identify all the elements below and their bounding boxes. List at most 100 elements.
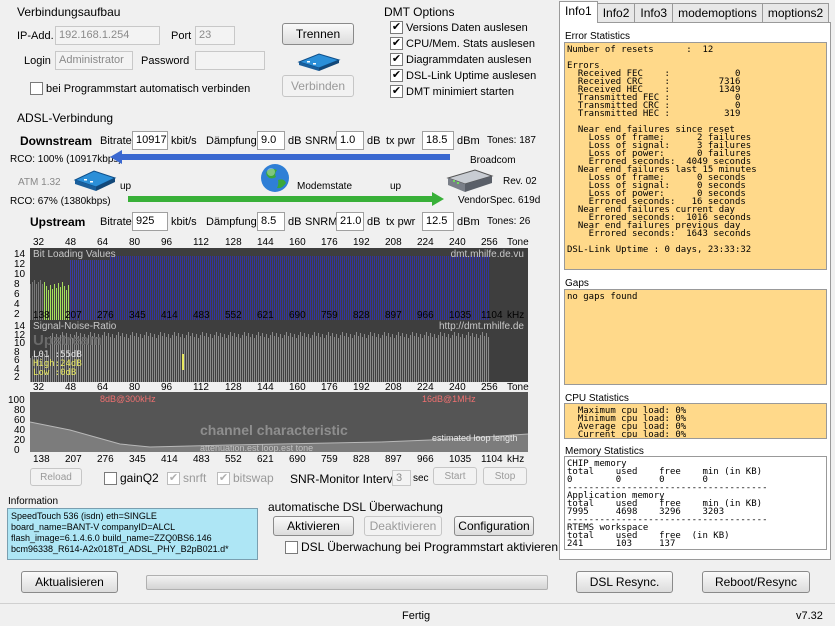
tab-modemoptions[interactable]: modemoptions bbox=[672, 3, 763, 23]
checkbox-checked-icon[interactable]: ✔ bbox=[390, 69, 403, 82]
bitloading-bar bbox=[86, 260, 87, 320]
gainq2-box[interactable] bbox=[104, 471, 117, 485]
bitloading-bar bbox=[442, 256, 443, 320]
autoconnect-label: bei Programmstart automatisch verbinden bbox=[46, 82, 251, 95]
axis-tick-label: 176 bbox=[321, 237, 338, 248]
connect-button[interactable]: Verbinden bbox=[282, 75, 354, 97]
snr-bar bbox=[432, 337, 433, 382]
down-txpwr-label: tx pwr bbox=[386, 135, 416, 147]
refresh-button[interactable]: Aktualisieren bbox=[21, 571, 118, 593]
snrft-checkbox[interactable]: ✔ snrft bbox=[167, 471, 206, 485]
option-versions[interactable]: ✔ Versions Daten auslesen bbox=[390, 21, 528, 34]
checkbox-checked-icon[interactable]: ✔ bbox=[390, 21, 403, 34]
tab-info1[interactable]: Info1 bbox=[559, 1, 598, 23]
login-input[interactable]: Administrator bbox=[55, 51, 133, 70]
snr-bar bbox=[180, 337, 181, 382]
snr-bar bbox=[204, 336, 205, 382]
port-label: Port bbox=[171, 30, 192, 42]
down-damping-field: 9.0 bbox=[257, 131, 285, 150]
checkbox-checked-icon[interactable]: ✔ bbox=[390, 53, 403, 66]
connection-title: Verbindungsaufbau bbox=[17, 5, 121, 19]
option-minimized[interactable]: ✔ DMT minimiert starten bbox=[390, 85, 514, 98]
axis-unit-label: Tone bbox=[507, 237, 529, 248]
snr-bar bbox=[264, 337, 265, 382]
option-diagram[interactable]: ✔ Diagrammdaten auslesen bbox=[390, 53, 531, 66]
snr-bar bbox=[116, 335, 117, 382]
autoconnect-box[interactable] bbox=[30, 82, 43, 95]
snr-bar bbox=[374, 333, 375, 382]
bitloading-bar bbox=[282, 256, 283, 320]
ip-input[interactable]: 192.168.1.254 bbox=[55, 26, 160, 45]
atm-label: ATM 1.32 bbox=[18, 177, 61, 188]
axis-tick-label: 128 bbox=[225, 237, 242, 248]
snr-bar bbox=[244, 332, 245, 382]
modemstate-value: up bbox=[390, 181, 402, 192]
snr-bar bbox=[486, 333, 487, 382]
bitloading-bar bbox=[30, 284, 31, 320]
bitloading-bar bbox=[150, 256, 151, 320]
password-input[interactable] bbox=[195, 51, 265, 70]
up-bitrate-label: Bitrate bbox=[100, 216, 132, 228]
deactivate-button[interactable]: Deaktivieren bbox=[364, 516, 442, 536]
snr-bar bbox=[384, 332, 385, 382]
snr-bar bbox=[320, 337, 321, 382]
checkbox-checked-icon[interactable]: ✔ bbox=[390, 37, 403, 50]
checkbox-checked-icon[interactable]: ✔ bbox=[167, 471, 180, 485]
bitloading-bar bbox=[408, 256, 409, 320]
tab-info2[interactable]: Info2 bbox=[596, 3, 636, 23]
snr-bar bbox=[310, 338, 311, 382]
checkbox-checked-icon[interactable]: ✔ bbox=[390, 85, 403, 98]
configuration-button[interactable]: Configuration bbox=[454, 516, 534, 536]
bitloading-title: Bit Loading Values bbox=[33, 249, 116, 260]
snr-bar bbox=[106, 336, 107, 382]
bitloading-bar bbox=[182, 256, 183, 320]
down-bitrate-field: 10917 bbox=[132, 131, 168, 150]
bitloading-bar bbox=[82, 260, 83, 320]
option-uptime[interactable]: ✔ DSL-Link Uptime auslesen bbox=[390, 69, 536, 82]
snr-marker bbox=[182, 354, 184, 370]
reboot-resync-button[interactable]: Reboot/Resync bbox=[702, 571, 810, 593]
up-txpwr-field: 12.5 bbox=[422, 212, 454, 231]
snr-bar bbox=[228, 335, 229, 382]
tab-moptions2[interactable]: moptions2 bbox=[761, 3, 830, 23]
arrow-right-icon bbox=[128, 192, 444, 209]
disconnect-button[interactable]: Trennen bbox=[282, 23, 354, 45]
snr-bar bbox=[406, 334, 407, 382]
snr-bar bbox=[146, 332, 147, 382]
snr-bar bbox=[298, 335, 299, 382]
snr-bar bbox=[172, 335, 173, 382]
axis-tick-label: 208 bbox=[385, 237, 402, 248]
snr-bar bbox=[240, 338, 241, 382]
monitor-autostart-checkbox[interactable]: DSL Überwachung bei Programmstart aktivi… bbox=[285, 540, 558, 554]
axis-tick-label: 1104 bbox=[481, 454, 503, 465]
axis-tick-label: 224 bbox=[417, 237, 434, 248]
autoconnect-checkbox[interactable]: bei Programmstart automatisch verbinden bbox=[30, 82, 250, 95]
snr-bar bbox=[112, 334, 113, 382]
snr-bar bbox=[30, 358, 31, 382]
snr-bar bbox=[324, 338, 325, 382]
start-button[interactable]: Start bbox=[433, 467, 477, 485]
checkbox-checked-icon[interactable]: ✔ bbox=[217, 471, 230, 485]
snr-bar bbox=[468, 332, 469, 382]
dsl-resync-button[interactable]: DSL Resync. bbox=[576, 571, 673, 593]
snr-bar bbox=[202, 332, 203, 382]
bitloading-bar bbox=[126, 256, 127, 320]
bitloading-bar bbox=[220, 256, 221, 320]
monitor-autostart-box[interactable] bbox=[285, 540, 298, 554]
gainq2-checkbox[interactable]: gainQ2 bbox=[104, 471, 159, 485]
port-input[interactable]: 23 bbox=[195, 26, 235, 45]
y-tick-label: 2 bbox=[14, 309, 20, 320]
snr-interval-input[interactable]: 3 bbox=[392, 470, 411, 486]
status-text: Fertig bbox=[402, 610, 431, 622]
gaps-title: Gaps bbox=[565, 278, 589, 289]
reload-button[interactable]: Reload bbox=[30, 468, 82, 486]
activate-button[interactable]: Aktivieren bbox=[273, 516, 354, 536]
tab-info3[interactable]: Info3 bbox=[634, 3, 674, 23]
option-cpu-mem[interactable]: ✔ CPU/Mem. Stats auslesen bbox=[390, 37, 535, 50]
bitswap-checkbox[interactable]: ✔ bitswap bbox=[217, 471, 274, 485]
snr-bar bbox=[422, 338, 423, 382]
snr-bar bbox=[128, 338, 129, 382]
stop-button[interactable]: Stop bbox=[483, 467, 527, 485]
bitloading-bar bbox=[316, 256, 317, 320]
snr-bar bbox=[198, 338, 199, 382]
